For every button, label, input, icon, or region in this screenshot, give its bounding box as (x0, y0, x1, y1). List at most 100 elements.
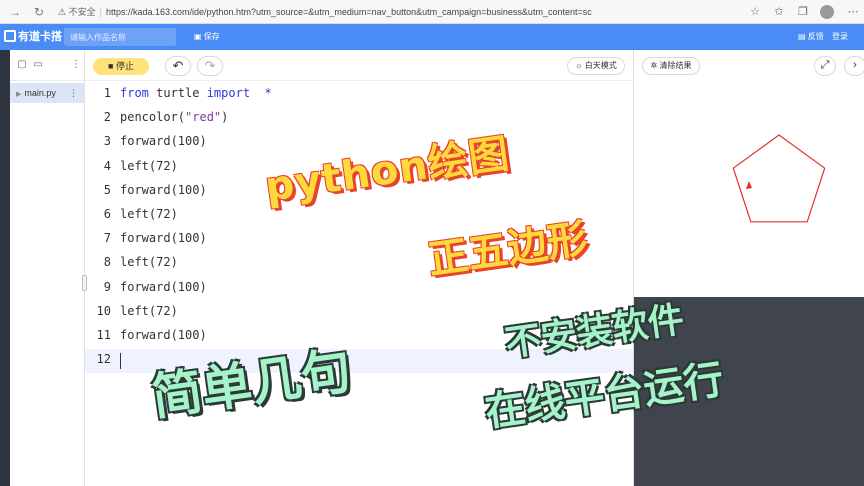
code-line[interactable]: left(72) (120, 250, 178, 274)
line-number: 5 (103, 182, 111, 197)
stop-button[interactable]: ■ 停止 (93, 58, 149, 75)
security-label: 不安全 (68, 7, 96, 17)
line-number: 9 (103, 279, 111, 294)
save-label: 保存 (203, 32, 220, 41)
new-folder-icon[interactable]: ▭ (32, 59, 44, 71)
line-number: 10 (96, 303, 111, 318)
code-token: left(72) (120, 158, 178, 173)
logo-text: 有道卡搭 (18, 31, 62, 43)
address-bar[interactable]: ⚠ 不安全 | https://kada.163.com/ide/python.ht… (58, 3, 758, 21)
day-mode-button[interactable]: ☼ 白天模式 (567, 57, 625, 75)
feedback-icon: ▤ (798, 32, 808, 41)
file-panel-toolbar: ▢ ▭ ⋮ (10, 50, 84, 81)
line-number: 8 (103, 255, 111, 270)
code-line[interactable]: forward(100) (120, 275, 207, 299)
file-item-main[interactable]: ▶ main.py ⋮ (10, 83, 84, 103)
code-token: left(72) (120, 303, 178, 318)
code-token: forward(100) (120, 328, 207, 342)
url-separator: | (99, 7, 102, 17)
pentagon-shape (732, 134, 826, 223)
line-number: 6 (103, 207, 111, 221)
menu-icon[interactable]: ⋯ (844, 3, 862, 21)
code-token: left(72) (120, 207, 178, 221)
line-number: 4 (103, 158, 111, 173)
line-number: 1 (103, 86, 111, 100)
collapse-button[interactable]: › (844, 56, 864, 76)
file-panel: ▢ ▭ ⋮ ▶ main.py ⋮ (10, 50, 85, 486)
code-line[interactable]: left(72) (120, 202, 178, 226)
star-icon[interactable]: ☆ (746, 3, 764, 21)
code-token: "red" (185, 110, 222, 125)
stop-icon: ■ (108, 61, 116, 71)
login-button[interactable]: 登录 (832, 29, 848, 45)
code-token: forward(100) (120, 134, 207, 149)
output-toolbar: ✲ 清除结果 ⤢ › (634, 50, 864, 81)
text-cursor (120, 353, 121, 369)
line-number: 2 (103, 110, 111, 125)
code-token: from (120, 86, 149, 100)
code-line[interactable]: forward(100) (120, 129, 207, 153)
save-button[interactable]: ▣ 保存 (194, 29, 220, 45)
reload-icon[interactable]: ↻ (30, 3, 48, 21)
profile-icon[interactable] (820, 5, 834, 19)
line-number: 12 (96, 352, 111, 367)
left-icon-strip (0, 50, 10, 486)
code-line[interactable]: pencolor("red") (120, 105, 228, 129)
file-menu-icon[interactable]: ⋮ (69, 83, 78, 103)
app-header: 有道卡搭 ▣ 保存 ▤ 反馈 登录 (0, 24, 864, 50)
editor-toolbar: ■ 停止 ↶ ↷ ☼ 白天模式 (85, 50, 634, 81)
chevron-right-icon: › (853, 59, 857, 71)
overlay-title-python: python绘图 (262, 130, 513, 211)
code-token: forward(100) (120, 279, 207, 294)
code-line[interactable]: from turtle import * (120, 81, 272, 105)
code-line[interactable]: forward(100) (120, 226, 207, 250)
code-token: * (250, 86, 272, 100)
code-token: pencolor( (120, 110, 186, 125)
turtle-canvas (634, 81, 864, 297)
feedback-label: 反馈 (807, 32, 824, 41)
favorites-icon[interactable]: ✩ (770, 3, 788, 21)
url-text: https://kada.163.com/ide/python.htm?utm_… (105, 7, 592, 17)
feedback-button[interactable]: ▤ 反馈 (798, 29, 824, 45)
code-token: forward(100) (120, 231, 207, 246)
more-icon[interactable]: ⋮ (70, 59, 82, 71)
stop-label: 停止 (115, 61, 134, 71)
clear-output-button[interactable]: ✲ 清除结果 (642, 57, 700, 75)
redo-icon: ↷ (204, 58, 216, 73)
line-number: 3 (103, 134, 111, 149)
code-token: left(72) (120, 255, 178, 270)
code-line[interactable]: forward(100) (120, 323, 207, 347)
code-line[interactable]: left(72) (120, 299, 178, 323)
save-icon: ▣ (194, 32, 204, 41)
pentagon-drawing (732, 134, 826, 223)
sun-icon: ☼ (575, 61, 585, 70)
line-number: 11 (96, 328, 111, 342)
overlay-title-pentagon: 正五边形 (425, 215, 591, 284)
new-file-icon[interactable]: ▢ (16, 59, 28, 71)
warning-icon: ⚠ (58, 7, 69, 17)
project-name-input[interactable] (64, 28, 176, 46)
collections-icon[interactable]: ❐ (794, 3, 812, 21)
redo-button[interactable]: ↷ (197, 56, 223, 76)
login-label: 登录 (832, 32, 848, 41)
day-mode-label: 白天模式 (584, 61, 617, 70)
code-token: ) (221, 110, 229, 125)
app-logo[interactable]: 有道卡搭 (4, 29, 62, 45)
code-token: forward(100) (120, 182, 207, 197)
fullscreen-icon: ⤢ (820, 59, 830, 71)
code-line[interactable]: left(72) (120, 154, 178, 178)
file-name: main.py (24, 88, 56, 98)
logo-icon (4, 30, 16, 42)
code-line[interactable]: forward(100) (120, 178, 207, 202)
back-icon[interactable]: → (6, 3, 24, 21)
undo-button[interactable]: ↶ (165, 56, 191, 76)
line-number: 7 (103, 231, 111, 246)
browser-chrome: → ↻ ⚠ 不安全 | https://kada.163.com/ide/pytho… (0, 0, 864, 24)
code-token: turtle (148, 86, 207, 100)
fullscreen-button[interactable]: ⤢ (814, 56, 836, 76)
code-token: import (206, 86, 251, 100)
expand-icon: ▶ (16, 91, 22, 98)
undo-icon: ↶ (172, 58, 184, 73)
clear-label: 清除结果 (659, 61, 692, 70)
turtle-arrow-icon (746, 181, 752, 189)
